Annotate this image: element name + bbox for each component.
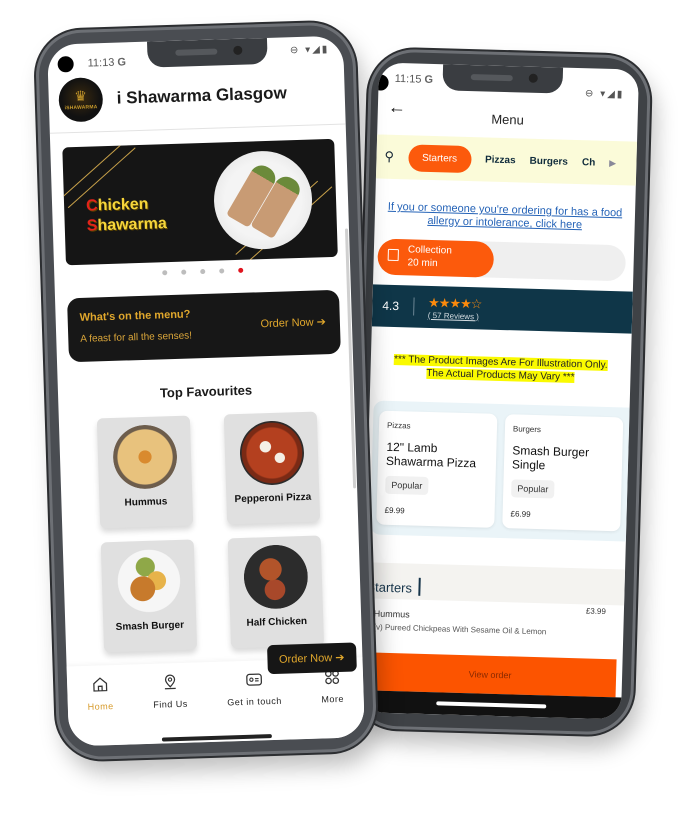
popular-item-card[interactable]: Pizzas 12" Lamb Shawarma Pizza Popular £… xyxy=(376,410,498,528)
allergy-info-link[interactable]: If you or someone you're ordering for ha… xyxy=(375,200,636,233)
restaurant-logo[interactable]: ♛ iSHAWARMA xyxy=(58,77,104,123)
camera-hole xyxy=(57,55,74,73)
item-price: £3.99 xyxy=(585,606,607,617)
popular-item-card[interactable]: Burgers Smash Burger Single Popular £6.9… xyxy=(502,414,624,532)
category-bar: ⚲ Starters Pizzas Burgers Ch ▶ xyxy=(375,134,638,186)
item-description: (v) Pureed Chickpeas With Sesame Oil & L… xyxy=(373,622,547,637)
menu-topbar: ← Menu xyxy=(377,92,638,141)
status-time: 11:15 G xyxy=(394,72,434,86)
whats-on-menu-card[interactable]: What's on the menu? A feast for all the … xyxy=(67,289,341,363)
category-tab-burgers[interactable]: Burgers xyxy=(529,155,568,167)
shawarma-plate-image xyxy=(212,149,314,251)
hummus-image xyxy=(111,423,178,490)
search-icon[interactable]: ⚲ xyxy=(384,149,394,165)
popular-items-carousel[interactable]: Pizzas 12" Lamb Shawarma Pizza Popular £… xyxy=(369,400,630,542)
rating-bar: 4.3 ★★★★☆ ( 57 Reviews ) xyxy=(371,284,633,334)
order-now-link[interactable]: Order Now ➔ xyxy=(260,315,326,330)
phone-notch xyxy=(146,37,268,68)
favourites-grid: Hummus Pepperoni Pizza Smash Burger Half… xyxy=(70,395,350,653)
category-tab-chicken[interactable]: Ch xyxy=(582,157,596,168)
collection-option[interactable]: Collection 20 min xyxy=(377,238,495,278)
promo-banner[interactable]: Chicken Shawarma xyxy=(62,138,338,266)
carousel-dots xyxy=(66,265,338,279)
camera-hole xyxy=(372,74,389,91)
nav-find-us[interactable]: Find Us xyxy=(152,673,189,744)
phone-home-screen: 11:13 G ⊖ ▾◢▮ ♛ iSHAWARMA i Shawarma Glas… xyxy=(34,21,378,761)
section-marker xyxy=(417,577,421,596)
menu-item[interactable]: £3.99 Hummus (v) Pureed Chickpeas With S… xyxy=(363,598,624,638)
banner-headline: Chicken Shawarma xyxy=(85,195,168,235)
home-icon xyxy=(92,677,108,692)
category-tab-pizzas[interactable]: Pizzas xyxy=(485,154,516,166)
home-content: Chicken Shawarma What's on the menu? A f… xyxy=(50,138,362,653)
shopping-bag-icon xyxy=(387,248,399,262)
carousel-dot[interactable] xyxy=(161,270,167,276)
nav-more[interactable]: More xyxy=(320,668,345,739)
crown-icon: ♛ xyxy=(74,87,88,104)
status-icons: ⊖ ▾◢▮ xyxy=(289,43,330,57)
phone-notch xyxy=(442,64,564,94)
favourite-item[interactable]: Half Chicken xyxy=(227,535,325,649)
burger-image xyxy=(115,547,182,614)
divider xyxy=(412,297,415,316)
carousel-dot[interactable] xyxy=(218,268,224,274)
carousel-dot-active[interactable] xyxy=(237,267,243,273)
floating-order-now-button[interactable]: Order Now ➔ xyxy=(266,642,357,675)
nav-home[interactable]: Home xyxy=(87,675,115,746)
carousel-dot[interactable] xyxy=(180,269,186,275)
scroll-right-icon[interactable]: ▶ xyxy=(609,157,616,168)
image-disclaimer: *** The Product Images Are For Illustrat… xyxy=(393,354,608,384)
location-pin-icon xyxy=(164,674,176,690)
favourite-item[interactable]: Smash Burger xyxy=(100,539,198,653)
menu-screen: 11:15 G ⊖ ▾◢▮ ← Menu ⚲ Starters Pizzas Bu… xyxy=(361,62,640,720)
pizza-image xyxy=(238,419,305,486)
star-rating-icon: ★★★★☆ xyxy=(427,294,482,311)
phone-menu-screen: 11:15 G ⊖ ▾◢▮ ← Menu ⚲ Starters Pizzas Bu… xyxy=(350,48,652,736)
contact-card-icon xyxy=(245,673,262,686)
favourite-item[interactable]: Pepperoni Pizza xyxy=(223,411,321,525)
status-time: 11:13 G xyxy=(87,56,127,70)
app-title: i Shawarma Glasgow xyxy=(116,83,288,108)
app-header: ♛ iSHAWARMA i Shawarma Glasgow xyxy=(47,65,346,134)
popular-badge: Popular xyxy=(511,479,555,499)
chicken-image xyxy=(242,543,309,610)
rating-value: 4.3 xyxy=(382,298,400,314)
nav-get-in-touch[interactable]: Get in touch xyxy=(226,670,283,742)
category-tab-starters[interactable]: Starters xyxy=(407,143,472,173)
fulfilment-toggle[interactable]: Collection 20 min xyxy=(377,238,627,282)
reviews-link[interactable]: ( 57 Reviews ) xyxy=(428,310,482,320)
home-screen: 11:13 G ⊖ ▾◢▮ ♛ iSHAWARMA i Shawarma Glas… xyxy=(47,35,365,747)
favourite-item[interactable]: Hummus xyxy=(96,415,194,529)
carousel-dot[interactable] xyxy=(199,268,205,275)
menu-title: Menu xyxy=(491,111,525,128)
scrollbar[interactable] xyxy=(344,228,357,489)
popular-badge: Popular xyxy=(385,475,429,496)
